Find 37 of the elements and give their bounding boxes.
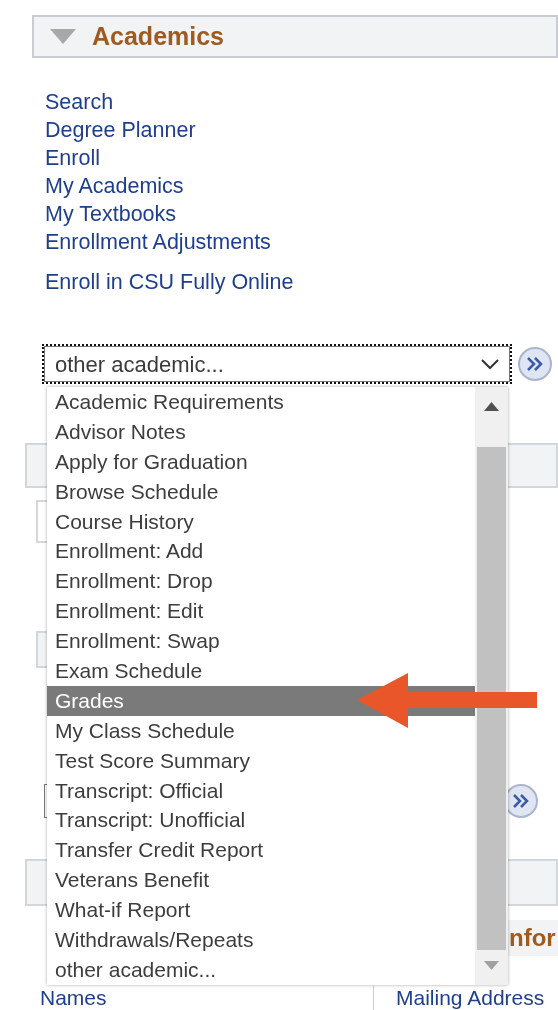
dropdown-option[interactable]: other academic... bbox=[47, 954, 475, 985]
dropdown-option[interactable]: Browse Schedule bbox=[47, 476, 475, 507]
double-chevron-icon bbox=[512, 793, 530, 809]
dropdown-option[interactable]: What-if Report bbox=[47, 895, 475, 926]
dropdown-option[interactable]: Course History bbox=[47, 506, 475, 537]
page-link[interactable]: Enrollment Adjustments bbox=[45, 228, 271, 256]
dropdown-option[interactable]: Veterans Benefit bbox=[47, 865, 475, 896]
dropdown-option[interactable]: Advisor Notes bbox=[47, 416, 475, 447]
page-link[interactable]: Names bbox=[40, 986, 373, 1010]
dropdown-option[interactable]: Withdrawals/Repeats bbox=[47, 925, 475, 955]
page-link[interactable]: My Academics bbox=[45, 172, 184, 200]
dropdown-option[interactable]: Test Score Summary bbox=[47, 745, 475, 776]
dropdown-option[interactable]: Transcript: Unofficial bbox=[47, 805, 475, 836]
go-button[interactable] bbox=[518, 347, 552, 381]
dropdown-option[interactable]: Academic Requirements bbox=[47, 387, 475, 417]
page-link[interactable]: Enroll in CSU Fully Online bbox=[45, 268, 294, 296]
chevron-down-icon bbox=[481, 358, 499, 370]
section-title: Academics bbox=[92, 20, 225, 52]
select-dropdown[interactable]: other academic... bbox=[44, 346, 510, 382]
dropdown-option[interactable]: Enrollment: Swap bbox=[47, 626, 475, 656]
page-link[interactable]: My Textbooks bbox=[45, 200, 177, 228]
dropdown-option[interactable]: Transcript: Official bbox=[47, 775, 475, 806]
section-title: nfor bbox=[509, 923, 556, 953]
page-link[interactable]: Degree Planner bbox=[45, 116, 196, 144]
dropdown-option[interactable]: Apply for Graduation bbox=[47, 446, 475, 477]
section-header[interactable]: Academics bbox=[32, 15, 558, 58]
dropdown-option[interactable]: Enrollment: Add bbox=[47, 536, 475, 567]
page-link[interactable]: Enroll bbox=[45, 144, 100, 172]
dropdown-option[interactable]: My Class Schedule bbox=[47, 715, 475, 746]
page-link[interactable]: Mailing Address bbox=[396, 986, 545, 1010]
scrollbar[interactable] bbox=[475, 387, 508, 985]
dropdown-option[interactable]: Transfer Credit Report bbox=[47, 835, 475, 866]
page-link[interactable]: Search bbox=[45, 88, 114, 116]
dropdown-option[interactable]: Exam Schedule bbox=[47, 656, 475, 686]
dropdown-option[interactable]: Enrollment: Drop bbox=[47, 566, 475, 597]
dropdown-option[interactable]: Enrollment: Edit bbox=[47, 596, 475, 627]
double-chevron-icon bbox=[526, 356, 544, 372]
